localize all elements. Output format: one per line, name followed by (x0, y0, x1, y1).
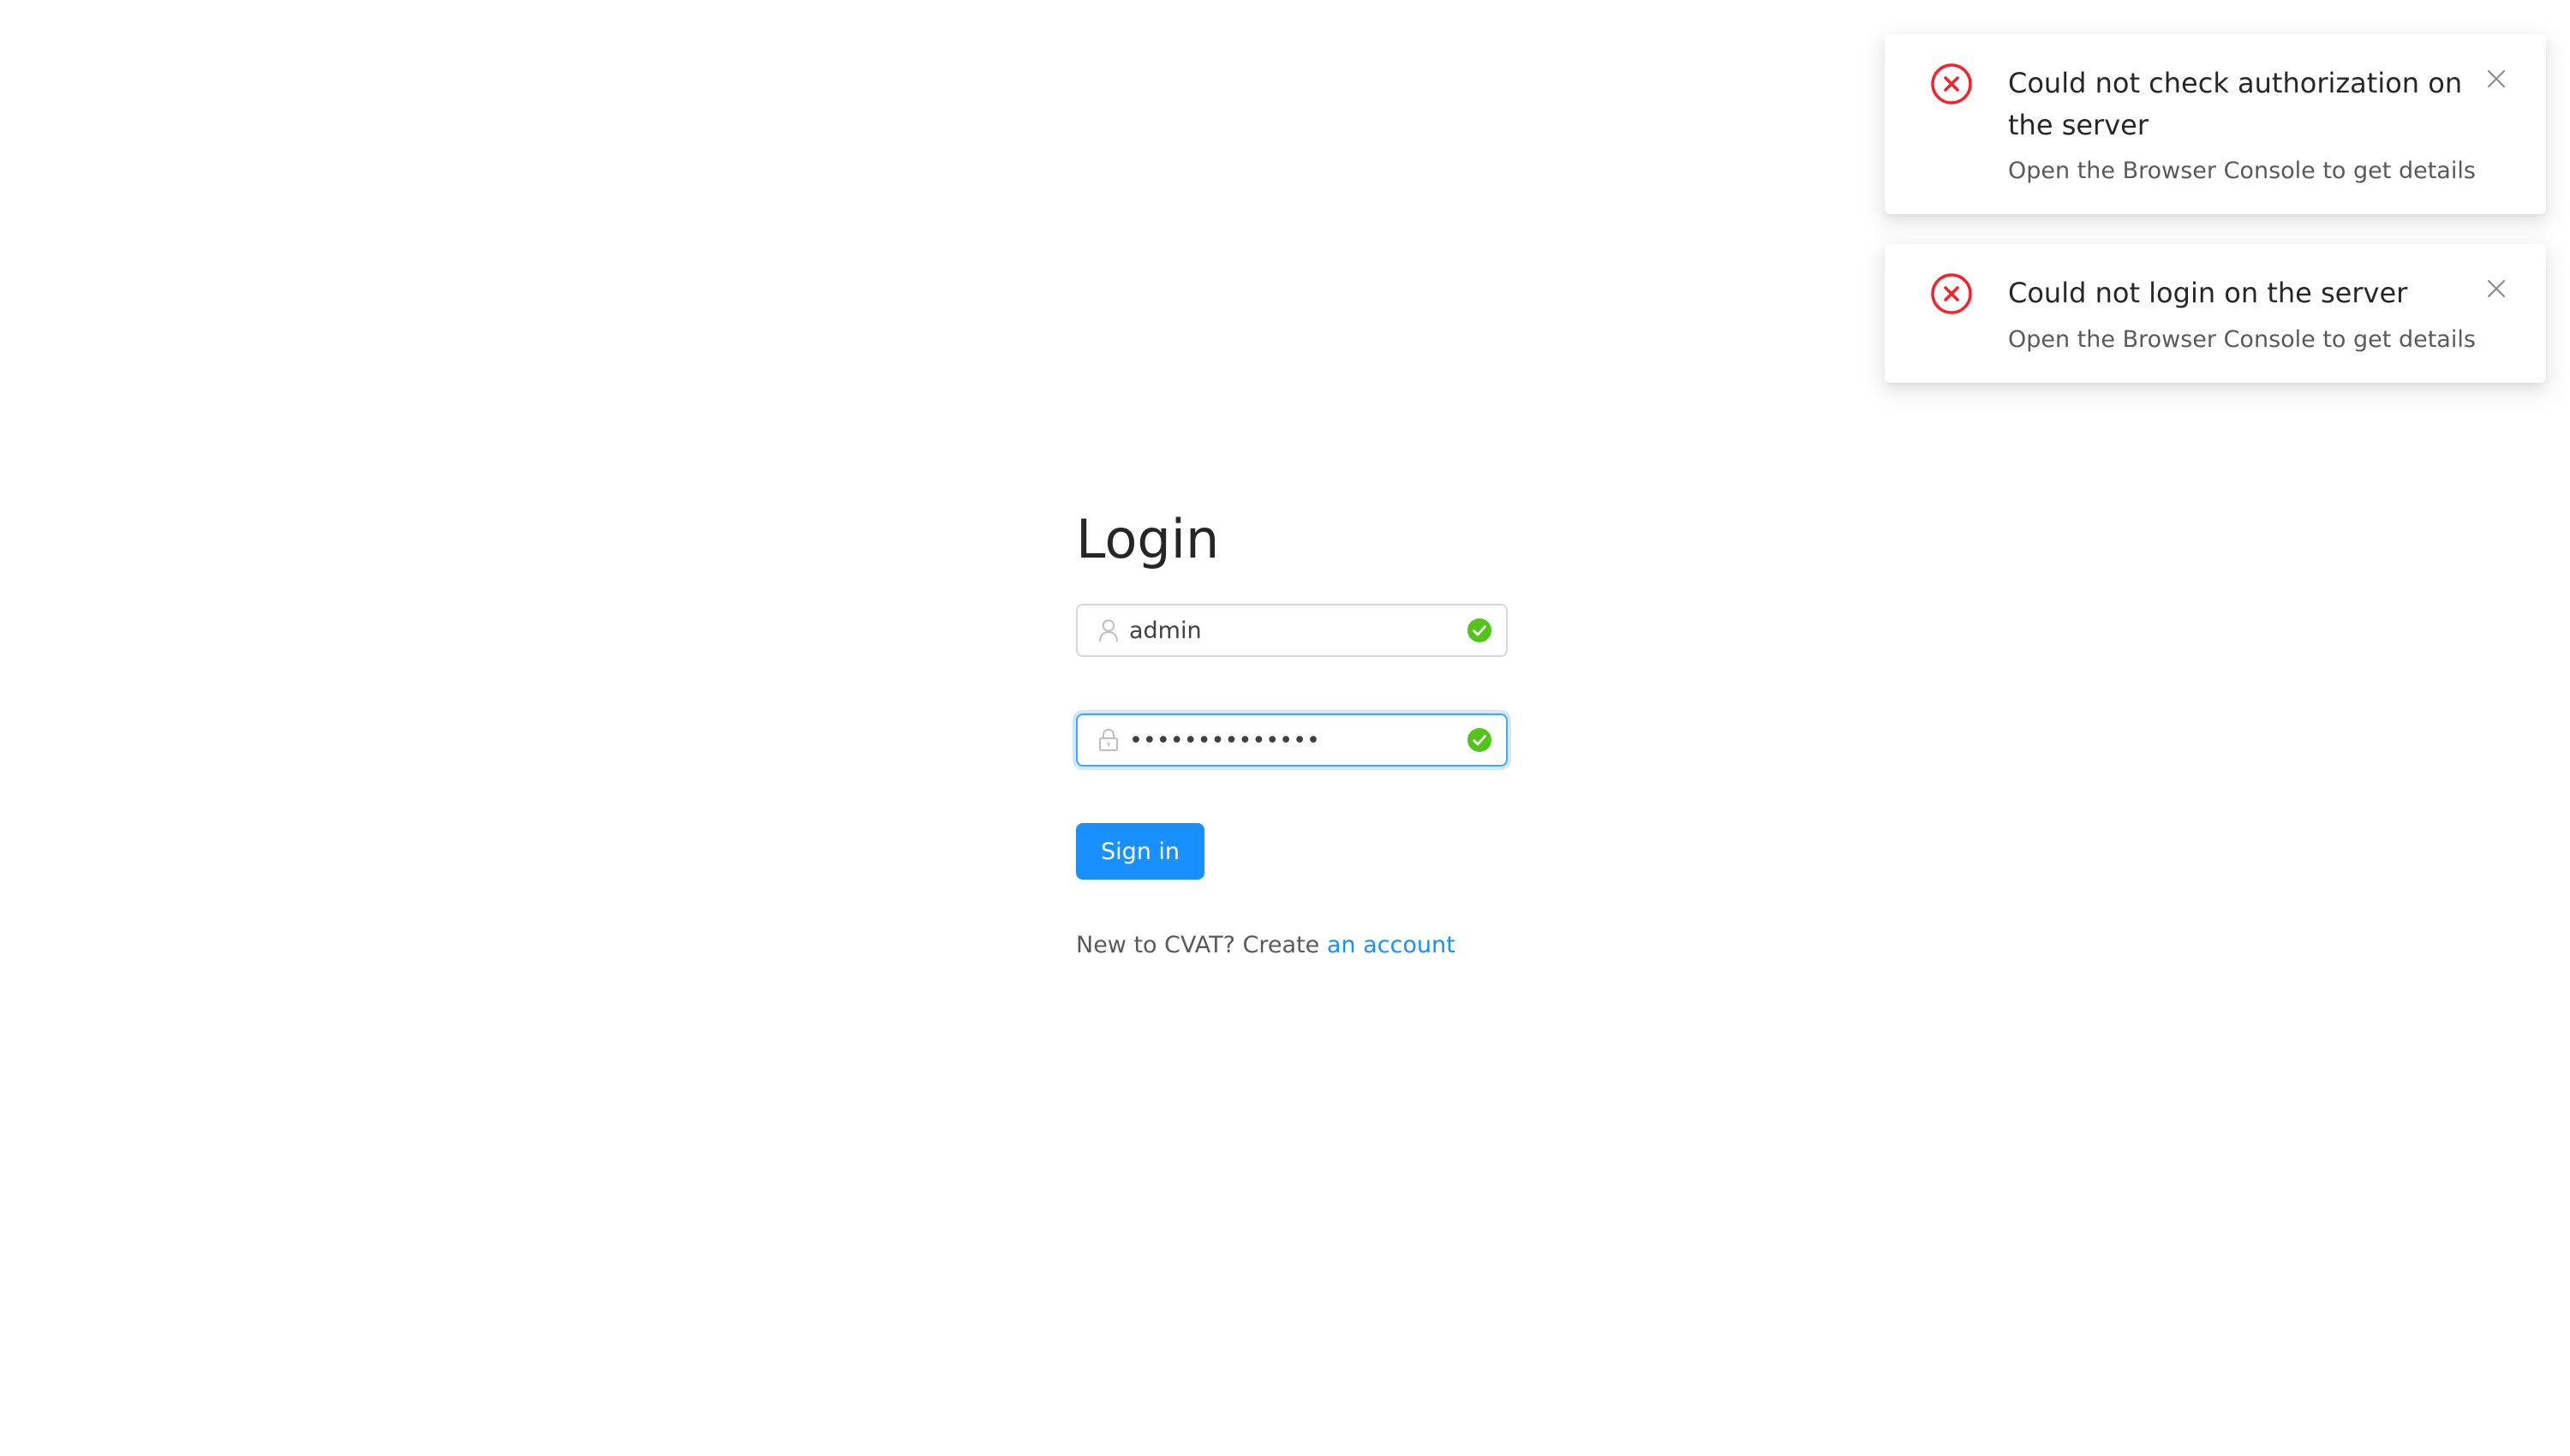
username-field[interactable] (1076, 604, 1508, 657)
create-account-link[interactable]: an account (1327, 932, 1455, 958)
login-form: Login admin •••••••••••••• Sign in New t… (1076, 497, 1508, 958)
password-field[interactable] (1076, 713, 1508, 767)
login-page: Login admin •••••••••••••• Sign in New t… (0, 0, 2570, 1456)
register-prefix-text: New to CVAT? Create (1076, 932, 1327, 958)
sign-in-button[interactable]: Sign in (1076, 823, 1204, 880)
page-title: Login (1076, 508, 1220, 570)
close-circle-icon (1929, 272, 1974, 316)
notification-title: Could not login on the server (2008, 277, 2408, 309)
notification-description: Open the Browser Console to get details (2008, 158, 2476, 184)
lock-icon (1098, 727, 1119, 753)
close-circle-icon (1929, 62, 1974, 106)
check-circle-icon (1467, 618, 1492, 643)
close-icon[interactable] (2484, 277, 2508, 301)
register-prompt: New to CVAT? Create an account (1076, 932, 1455, 958)
notification-title: Could not check authorization on the ser… (2008, 67, 2463, 141)
notification-description: Open the Browser Console to get details (2008, 326, 2476, 353)
error-notification: Could not login on the server Open the B… (1885, 244, 2546, 383)
check-circle-icon (1467, 727, 1492, 753)
password-input[interactable] (1129, 719, 1460, 761)
error-notification: Could not check authorization on the ser… (1885, 34, 2546, 214)
user-icon (1098, 618, 1119, 643)
username-input[interactable] (1129, 609, 1460, 652)
close-icon[interactable] (2484, 67, 2508, 91)
